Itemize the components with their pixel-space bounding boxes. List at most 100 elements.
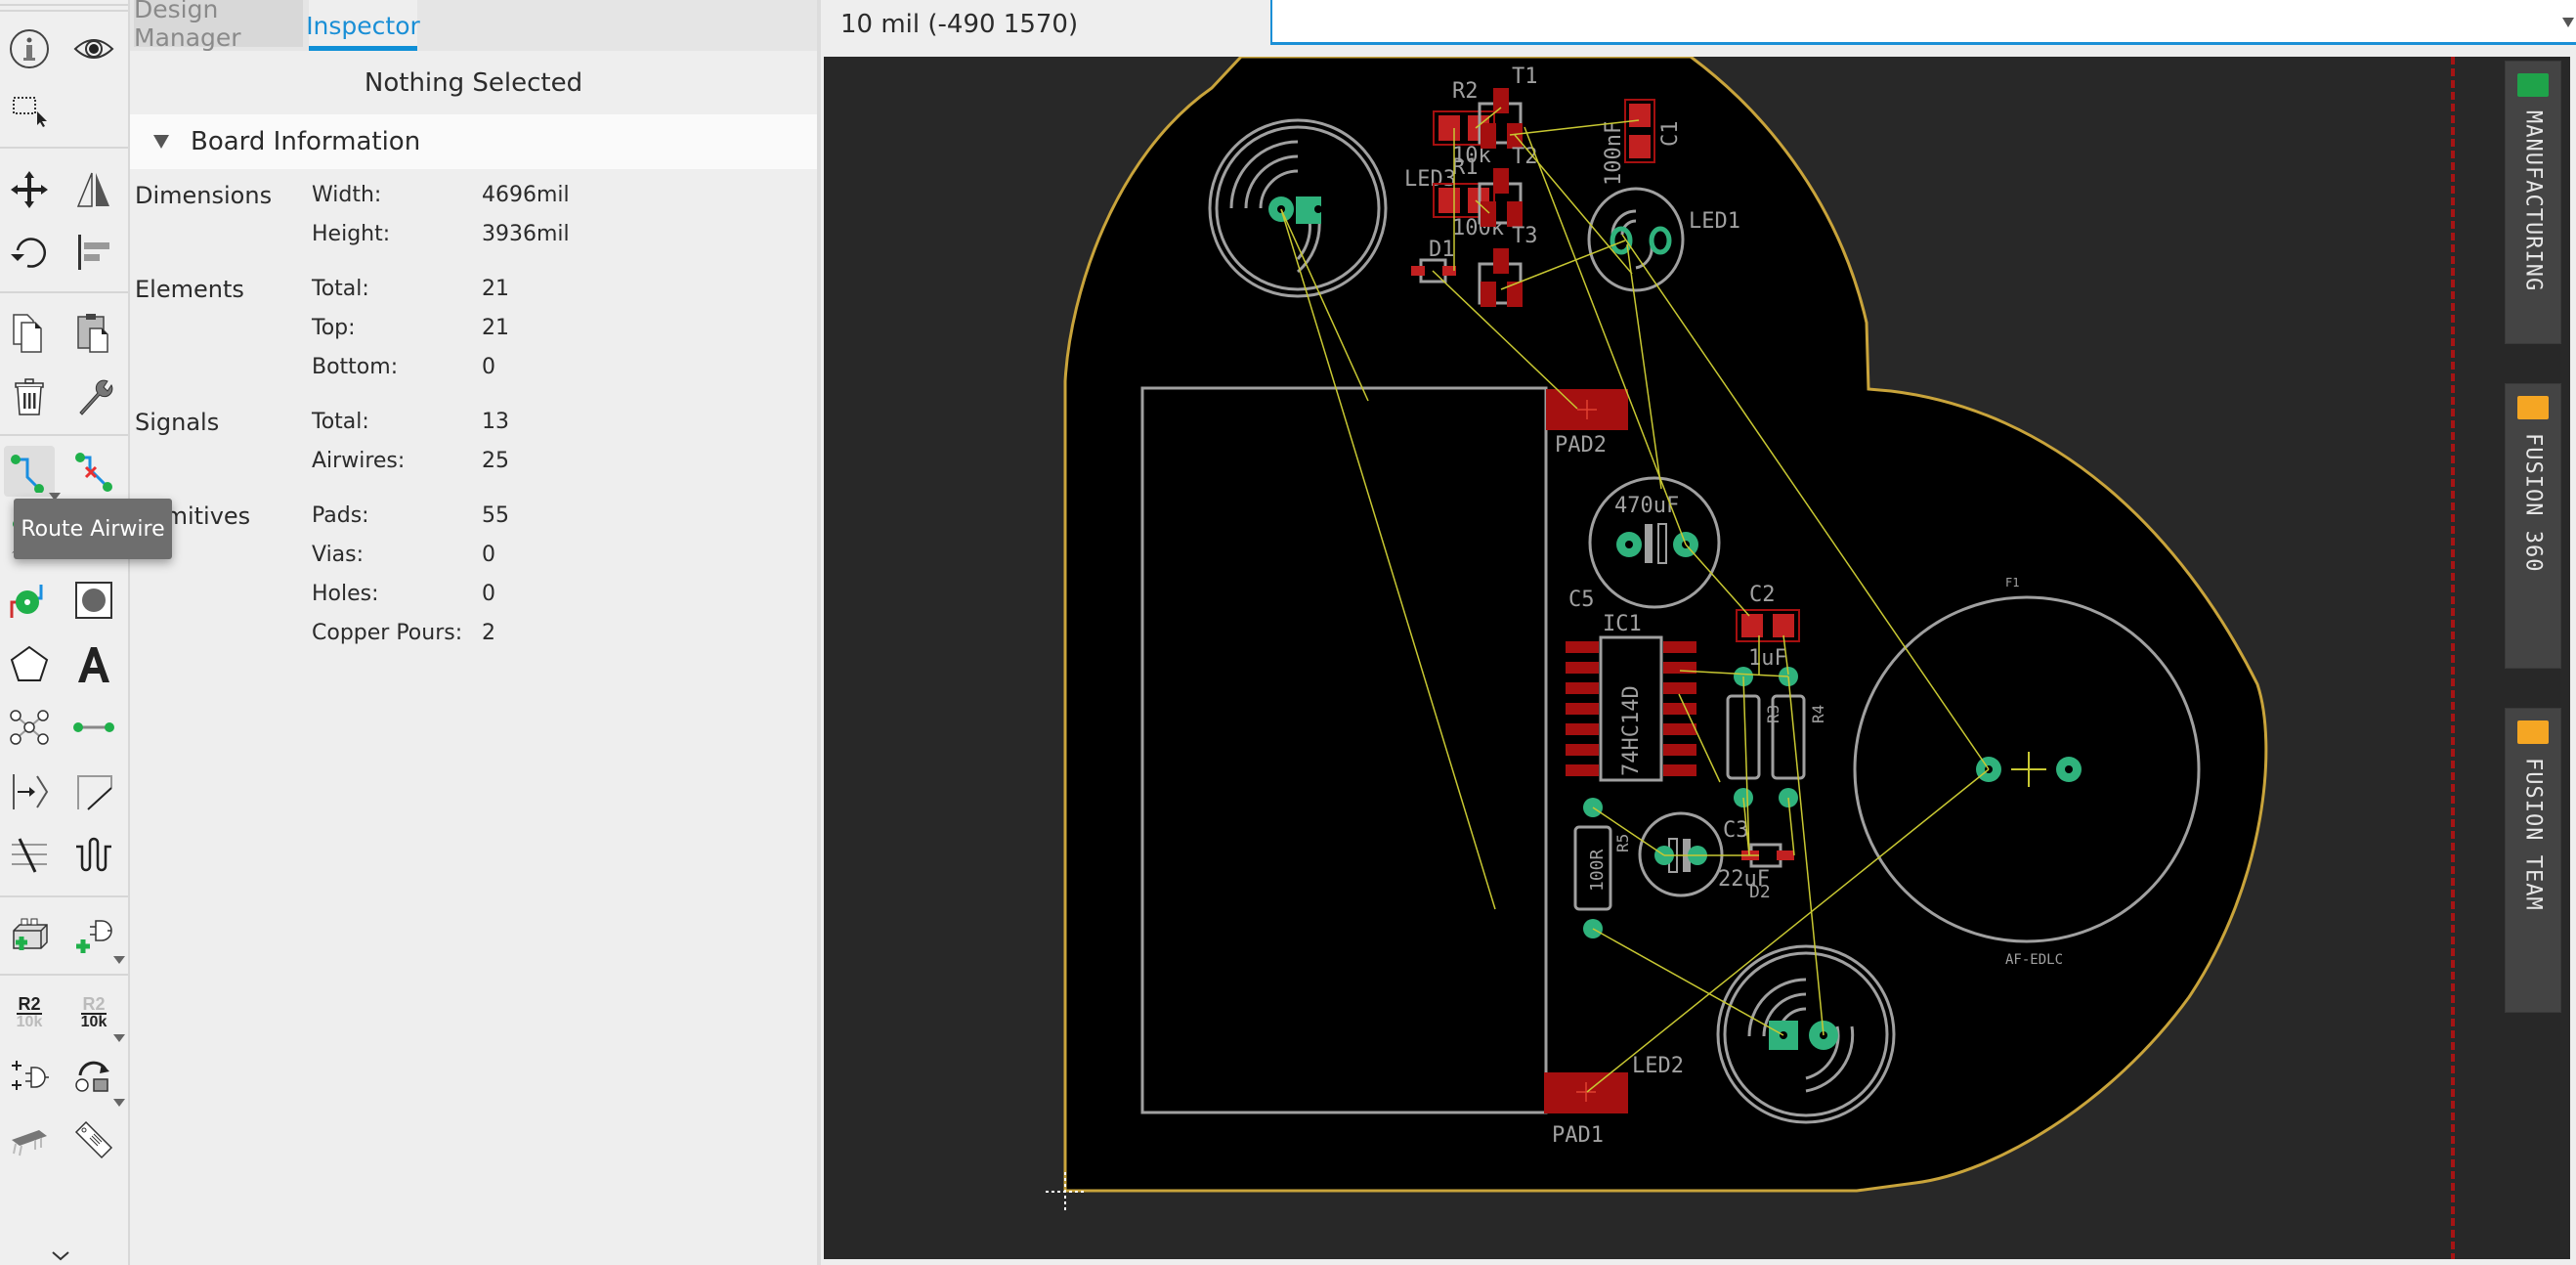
- info-key: Pads:: [312, 503, 369, 528]
- text-icon: [78, 647, 109, 682]
- info-value: 0: [482, 355, 495, 379]
- text-button[interactable]: [68, 639, 119, 690]
- properties-button[interactable]: [68, 371, 119, 422]
- grip-line: [0, 10, 128, 12]
- paste-button[interactable]: [68, 307, 119, 358]
- info-value: 25: [482, 449, 509, 473]
- label-c1-value: 100nF: [1602, 121, 1626, 186]
- label-r5-value: 100R: [1587, 849, 1608, 892]
- group-label-signals: Signals: [135, 409, 220, 436]
- collapse-triangle-icon[interactable]: [153, 135, 169, 149]
- inspector-panel: Design Manager Inspector Nothing Selecte…: [130, 0, 821, 1265]
- package-button[interactable]: [4, 1114, 55, 1165]
- tooltip: Route Airwire: [14, 499, 172, 559]
- align-button[interactable]: [68, 227, 119, 278]
- ripup-icon: [75, 453, 112, 492]
- wire-button[interactable]: [68, 702, 119, 753]
- command-input[interactable]: [1270, 0, 2576, 45]
- command-bar: 10 mil (-490 1570): [821, 0, 2576, 49]
- group-select-button[interactable]: [4, 82, 55, 133]
- mirror-icon: [76, 172, 109, 207]
- command-history-dropdown-icon[interactable]: [2562, 18, 2574, 27]
- chevron-down-icon[interactable]: [113, 1099, 125, 1107]
- name-button[interactable]: R2 10k: [4, 987, 55, 1038]
- label-led1: LED1: [1689, 209, 1740, 234]
- add-part-icon: [13, 918, 48, 950]
- dimension-icon: [13, 774, 49, 809]
- info-button[interactable]: [4, 23, 55, 74]
- rotate-icon: [11, 238, 46, 268]
- polygon-button[interactable]: [4, 639, 55, 690]
- label-f1-value: AF-EDLC: [2005, 952, 2063, 968]
- label-c2: C2: [1749, 583, 1776, 607]
- label-c5-value: 470uF: [1614, 494, 1679, 518]
- side-tab-fusion-team[interactable]: FUSION TEAM: [2505, 708, 2561, 1013]
- chevron-down-icon[interactable]: [113, 956, 125, 964]
- meander-button[interactable]: [68, 829, 119, 880]
- side-tab-label: MANUFACTURING: [2520, 110, 2546, 292]
- side-tab-label: FUSION TEAM: [2520, 758, 2546, 911]
- replace-button[interactable]: [68, 1052, 125, 1107]
- side-tab-manufacturing[interactable]: MANUFACTURING: [2505, 61, 2561, 344]
- tab-inspector[interactable]: Inspector: [306, 0, 420, 51]
- info-key: Width:: [312, 183, 382, 207]
- hole-button[interactable]: [68, 575, 119, 626]
- miter-icon: [77, 775, 112, 810]
- info-key: Total:: [312, 277, 369, 301]
- label-ic1-value: 74HC14D: [1619, 685, 1644, 776]
- board-canvas[interactable]: PAD2 PAD1 LED3 R2 10k R1 100k T1 T2 T3 D…: [824, 57, 2570, 1259]
- info-key: Airwires:: [312, 449, 406, 473]
- label-d2: D2: [1749, 882, 1771, 902]
- trash-icon: [15, 378, 44, 415]
- via-icon: [10, 585, 43, 618]
- side-tab-fusion-360[interactable]: FUSION 360: [2505, 383, 2561, 669]
- copy-button[interactable]: [4, 307, 55, 358]
- fusion-icon: [2517, 396, 2549, 419]
- board-information-header[interactable]: Board Information: [130, 114, 817, 169]
- info-icon: [10, 29, 49, 68]
- rotate-button[interactable]: [4, 227, 55, 278]
- add-part-button[interactable]: [4, 909, 55, 960]
- value-icon: R2 10k: [80, 994, 107, 1030]
- label-r2: R2: [1452, 79, 1479, 104]
- align-icon: [78, 235, 109, 270]
- panel-tabs: Design Manager Inspector: [130, 0, 817, 52]
- miter-button[interactable]: [68, 766, 119, 817]
- info-value: 0: [482, 543, 495, 567]
- info-key: Total:: [312, 410, 369, 434]
- delete-button[interactable]: [4, 371, 55, 422]
- chevron-down-icon[interactable]: [51, 1249, 70, 1263]
- split-button[interactable]: [4, 829, 55, 880]
- label-r3: R3: [1764, 705, 1782, 723]
- wire-icon: [73, 722, 114, 732]
- label-t1: T1: [1512, 65, 1538, 89]
- chevron-down-icon[interactable]: [113, 1034, 125, 1042]
- route-airwire-button[interactable]: [4, 446, 61, 501]
- add-gate-button[interactable]: [68, 909, 125, 964]
- copy-icon: [13, 314, 42, 353]
- attribute-button[interactable]: [68, 1114, 119, 1165]
- group-label-dimensions: Dimensions: [135, 182, 273, 209]
- value-button[interactable]: R2 10k: [68, 987, 125, 1042]
- invoke-icon: [12, 1061, 49, 1090]
- signal-button[interactable]: [4, 702, 55, 753]
- info-value: 13: [482, 410, 509, 434]
- via-button[interactable]: [4, 575, 55, 626]
- pcb-board-icon: [2517, 73, 2549, 97]
- tag-icon: [74, 1120, 113, 1159]
- info-key: Holes:: [312, 582, 379, 606]
- pcb-drawing[interactable]: PAD2 PAD1 LED3 R2 10k R1 100k T1 T2 T3 D…: [824, 57, 2570, 1259]
- signal-icon: [10, 710, 49, 745]
- tab-design-manager[interactable]: Design Manager: [134, 0, 303, 52]
- toolbar-separator: [0, 291, 128, 293]
- info-value: 2: [482, 621, 495, 645]
- side-tab-label: FUSION 360: [2520, 433, 2546, 573]
- toolbar-separator: [0, 147, 128, 149]
- move-button[interactable]: [4, 164, 55, 215]
- invoke-button[interactable]: [4, 1052, 55, 1103]
- mirror-button[interactable]: [68, 164, 119, 215]
- dimension-button[interactable]: [4, 766, 55, 817]
- show-button[interactable]: [68, 23, 119, 74]
- label-r5: R5: [1613, 834, 1632, 852]
- ripup-button[interactable]: [68, 446, 119, 497]
